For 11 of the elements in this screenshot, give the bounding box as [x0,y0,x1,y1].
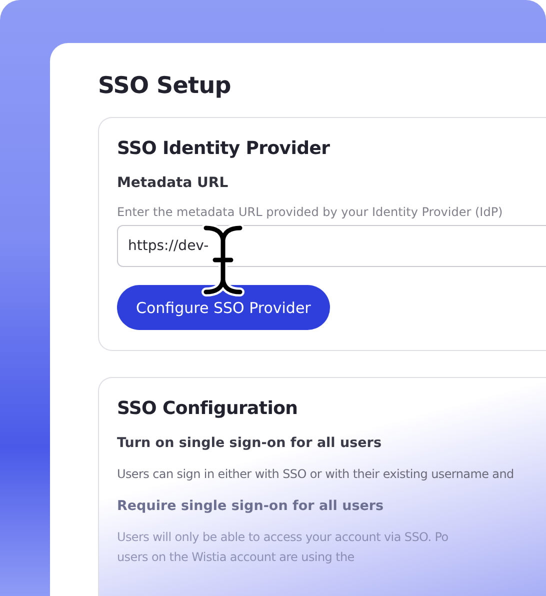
section-title: SSO Identity Provider [117,138,331,159]
field-hint: Enter the metadata URL provided by your Identity Provider (IdP) [117,205,504,219]
section-title: SSO Configuration [117,398,299,419]
option-description: Users can sign in either with SSO or with their existing username and [117,466,515,483]
page-title: SSO Setup [98,73,232,99]
option-title: Turn on single sign-on for all users [117,435,383,451]
configure-button[interactable]: Configure SSO Provider [117,285,330,330]
option-description: Users will only be able to access your account via SSO. Po users on the Wistia account are using the [117,529,450,566]
field-label: Metadata URL [117,175,230,191]
metadata-url-field[interactable]: https://dev- [117,225,546,267]
option-title: Require single sign-on for all users [117,498,385,514]
